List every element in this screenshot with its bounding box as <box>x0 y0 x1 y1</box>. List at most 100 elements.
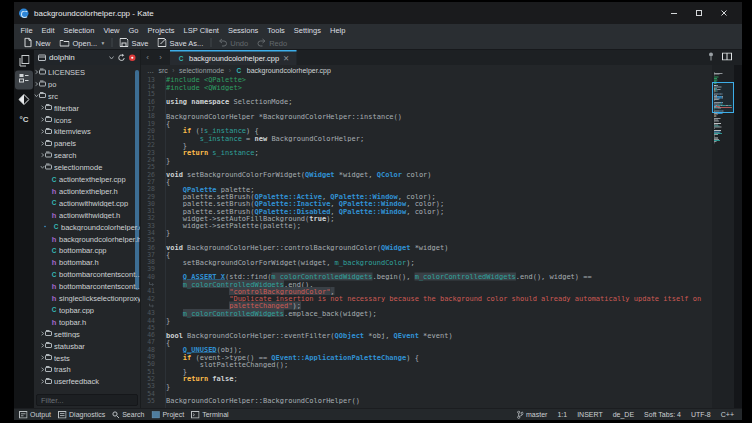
project-name[interactable]: dolphin <box>49 53 106 62</box>
status-1-1[interactable]: 1:1 <box>557 411 567 419</box>
project-icon <box>151 411 160 419</box>
tab-backgroundcolorhelper[interactable]: C backgroundcolorhelper.cpp ✕ <box>170 50 296 65</box>
tree-folder-kitemviews[interactable]: kitemviews <box>34 125 140 137</box>
breadcrumb-item[interactable]: selectionmode <box>179 67 224 75</box>
menu-view[interactable]: View <box>99 24 124 36</box>
tree-file-bottombarcontentscont---[interactable]: hbottombarcontentscont... <box>34 280 140 292</box>
save-as-button[interactable]: Save As... <box>153 36 208 50</box>
menu-bar: FileEditSelectionViewGoProjectsLSP Clien… <box>14 24 742 36</box>
refresh-icon[interactable] <box>118 54 126 62</box>
nav-forward-button[interactable]: › <box>154 50 167 65</box>
menu-edit[interactable]: Edit <box>37 24 59 36</box>
undo-button[interactable]: Undo <box>214 36 253 50</box>
new-button[interactable]: New <box>19 36 55 50</box>
open-button[interactable]: Open...▾ <box>55 36 109 50</box>
status-utf-8[interactable]: UTF-8 <box>691 411 711 419</box>
breadcrumb-item[interactable]: … <box>147 67 154 75</box>
close-button[interactable] <box>720 9 728 17</box>
tab-bar: ‹ › C backgroundcolorhelper.cpp ✕ <box>141 50 742 65</box>
tree-folder-trash[interactable]: trash <box>34 363 140 375</box>
code-line: widget->setPalette(palette); <box>166 222 712 229</box>
folder-icon <box>45 355 52 360</box>
tree-file-actionwithwidget-h[interactable]: hactionwithwidget.h <box>34 209 140 221</box>
tree-folder-icons[interactable]: icons <box>34 114 140 126</box>
status-de-de[interactable]: de_DE <box>613 411 634 419</box>
pin-icon[interactable] <box>708 52 714 63</box>
dock-diamond-icon[interactable] <box>14 94 34 105</box>
tab-close-icon[interactable]: ✕ <box>283 54 289 63</box>
dock-ctags-icon[interactable]: °C <box>14 115 34 124</box>
redo-button[interactable]: Redo <box>253 36 292 50</box>
breadcrumb-item[interactable]: backgroundcolorhelper.cpp <box>247 67 331 75</box>
dock-documents-icon[interactable] <box>14 55 34 67</box>
tree-folder-settings[interactable]: settings <box>34 328 140 340</box>
statusbar-toggle-search[interactable]: Search <box>112 411 144 419</box>
tree-file-actiontexthelper-cpp[interactable]: Cactiontexthelper.cpp <box>34 173 140 185</box>
statusbar-toggle-diagnostics[interactable]: Diagnostics <box>58 411 105 419</box>
tree-folder-filterbar[interactable]: filterbar <box>34 102 140 114</box>
menu-file[interactable]: File <box>16 24 37 36</box>
breadcrumb[interactable]: …src›selectionmode›Cbackgroundcolorhelpe… <box>141 65 742 76</box>
cpp-file-icon: C <box>50 247 58 255</box>
title-bar[interactable]: backgroundcolorhelper.cpp - Kate <box>14 2 742 24</box>
breadcrumb-item[interactable]: src <box>159 67 168 75</box>
tree-file-bottombarcontentscont---[interactable]: Cbottombarcontentscont... <box>34 268 140 280</box>
tree-folder-src[interactable]: src <box>34 90 140 102</box>
tree-file-backgroundcolorhelper-c---[interactable]: Cbackgroundcolorhelper.c... <box>34 221 140 233</box>
menu-help[interactable]: Help <box>325 24 349 36</box>
menu-lsp-client[interactable]: LSP Client <box>179 24 223 36</box>
tree-folder-search[interactable]: search <box>34 149 140 161</box>
tree-folder-LICENSES[interactable]: LICENSES <box>34 66 140 78</box>
chevron-down-icon[interactable] <box>109 55 115 61</box>
status-soft-tabs-4[interactable]: Soft Tabs: 4 <box>644 411 681 419</box>
filter-input[interactable]: Filter... <box>36 394 138 406</box>
minimize-button[interactable] <box>670 9 678 17</box>
menu-selection[interactable]: Selection <box>59 24 99 36</box>
tree-file-backgroundcolorhelper-h[interactable]: hbackgroundcolorhelper.h <box>34 233 140 245</box>
statusbar-toggle-project[interactable]: Project <box>151 411 184 419</box>
folder-icon <box>45 105 52 110</box>
menu-projects[interactable]: Projects <box>143 24 179 36</box>
code-editor[interactable]: 1314151617181920212223242526272829303132… <box>141 76 742 408</box>
tree-file-singleclickselectionproxy---[interactable]: hsingleclickselectionproxy... <box>34 292 140 304</box>
header-file-icon: h <box>50 210 58 219</box>
tree-file-topbar-cpp[interactable]: Ctopbar.cpp <box>34 304 140 316</box>
code-line: #include <QPalette> <box>166 76 712 83</box>
breadcrumb-separator: › <box>229 67 231 75</box>
status-c++[interactable]: C++ <box>721 411 734 419</box>
statusbar-toggle-terminal[interactable]: Terminal <box>191 411 228 419</box>
tree-folder-panels[interactable]: panels <box>34 137 140 149</box>
save-button[interactable]: Save <box>115 36 153 50</box>
tree-folder-selectionmode[interactable]: selectionmode <box>34 161 140 173</box>
save-as-icon <box>157 38 166 47</box>
save-icon <box>119 38 128 47</box>
tree-file-topbar-h[interactable]: htopbar.h <box>34 316 140 328</box>
tree-folder-userfeedback[interactable]: userfeedback <box>34 375 140 387</box>
split-view-icon[interactable] <box>722 53 732 63</box>
tree-file-actiontexthelper-h[interactable]: hactiontexthelper.h <box>34 185 140 197</box>
tree-file-bottombar-h[interactable]: hbottombar.h <box>34 256 140 268</box>
maximize-button[interactable] <box>695 9 703 17</box>
statusbar-toggle-output[interactable]: Output <box>19 411 51 419</box>
nav-back-button[interactable]: ‹ <box>141 50 154 65</box>
tree-folder-po[interactable]: po <box>34 78 140 90</box>
tree-file-bottombar-cpp[interactable]: Cbottombar.cpp <box>34 244 140 256</box>
menu-go[interactable]: Go <box>124 24 143 36</box>
tree-folder-tests[interactable]: tests <box>34 352 140 364</box>
project-panel: dolphin LICENSESposrcfilterbariconskitem… <box>34 50 141 408</box>
status-insert[interactable]: INSERT <box>577 411 603 419</box>
status-master[interactable]: master <box>517 410 547 419</box>
cpp-file-icon: C <box>50 306 58 314</box>
folder-icon <box>39 69 46 74</box>
minimap-scrollbar[interactable] <box>712 65 734 408</box>
new-document-icon <box>24 38 33 48</box>
editor-right-edge <box>734 65 742 408</box>
menu-settings[interactable]: Settings <box>289 24 325 36</box>
tree-folder-statusbar[interactable]: statusbar <box>34 340 140 352</box>
dock-file-tree-icon[interactable] <box>14 73 34 84</box>
menu-tools[interactable]: Tools <box>263 24 290 36</box>
menu-sessions[interactable]: Sessions <box>223 24 262 36</box>
minimap-viewport[interactable] <box>712 82 734 113</box>
code-content[interactable]: #include <QPalette>#include <QWidget>usi… <box>166 76 712 408</box>
tree-file-actionwithwidget-cpp[interactable]: Cactionwithwidget.cpp <box>34 197 140 209</box>
